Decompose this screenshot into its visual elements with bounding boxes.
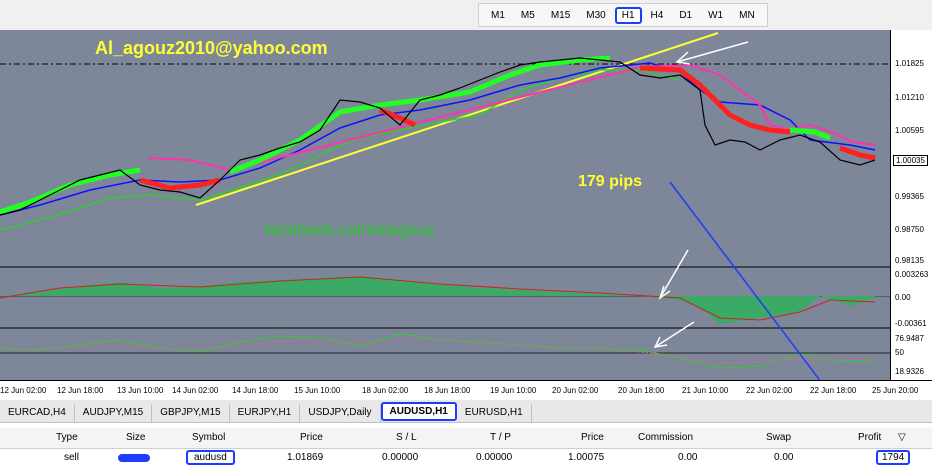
- time-tick: 12 Jun 02:00: [0, 386, 47, 395]
- price-tick: 1.01210: [895, 93, 924, 102]
- time-tick: 15 Jun 10:00: [294, 386, 341, 395]
- tab-eurusd-h1[interactable]: EURUSD,H1: [457, 404, 532, 422]
- green-support-line: [0, 69, 681, 231]
- blue-trend-line: [0, 62, 876, 216]
- time-tick: 19 Jun 10:00: [490, 386, 537, 395]
- time-tick: 20 Jun 02:00: [552, 386, 599, 395]
- time-tick: 21 Jun 10:00: [682, 386, 729, 395]
- timeframe-group: M1 M5 M15 M30 H1 H4 D1 W1 MN: [478, 3, 768, 27]
- chart-canvas: [0, 32, 890, 380]
- col-commission[interactable]: Commission: [638, 432, 693, 443]
- tab-audjpy-m15[interactable]: AUDJPY,M15: [75, 404, 153, 422]
- time-tick: 22 Jun 18:00: [810, 386, 857, 395]
- price-tick: 0.99365: [895, 192, 924, 201]
- tf-w1[interactable]: W1: [701, 7, 730, 24]
- bull-ribbon: [0, 55, 831, 215]
- bear-ribbon: [139, 65, 876, 191]
- time-tick: 20 Jun 18:00: [618, 386, 665, 395]
- time-tick: 22 Jun 02:00: [746, 386, 793, 395]
- tab-gbpjpy-m15[interactable]: GBPJPY,M15: [152, 404, 230, 422]
- tf-d1[interactable]: D1: [672, 7, 699, 24]
- osc2-tick: 76.9487: [895, 334, 924, 343]
- osc2-line: [0, 333, 876, 369]
- price-tick: 0.98135: [895, 256, 924, 265]
- row-symbol: audusd: [186, 450, 235, 465]
- price-tick: 1.01825: [895, 59, 924, 68]
- col-profit[interactable]: Profit: [858, 432, 881, 443]
- price-scale: 1.01825 1.01210 1.00595 1.00035 0.99365 …: [890, 30, 932, 400]
- col-swap[interactable]: Swap: [766, 432, 791, 443]
- tf-m1[interactable]: M1: [484, 7, 512, 24]
- price-tick: 1.00595: [895, 126, 924, 135]
- row-swap: 0.00: [774, 452, 794, 463]
- table-row[interactable]: sell audusd 1.01869 0.00000 0.00000 1.00…: [0, 448, 932, 468]
- time-tick: 12 Jun 18:00: [57, 386, 104, 395]
- tf-h4[interactable]: H4: [644, 7, 671, 24]
- tf-h1[interactable]: H1: [614, 6, 642, 24]
- col-size[interactable]: Size: [126, 432, 145, 443]
- symbol-tabs: EURCAD,H4 AUDJPY,M15 GBPJPY,M15 EURJPY,H…: [0, 400, 932, 423]
- candlestick-series: [0, 57, 876, 216]
- time-axis: 12 Jun 02:00 12 Jun 18:00 13 Jun 10:00 1…: [0, 380, 932, 401]
- row-type: sell: [64, 452, 80, 463]
- timeframe-toolbar: M1 M5 M15 M30 H1 H4 D1 W1 MN: [0, 0, 932, 31]
- price-chart[interactable]: Al_agouz2010@yahoo.com facebook.com/elag…: [0, 30, 932, 400]
- osc1-histogram: [0, 276, 875, 324]
- col-sl[interactable]: S / L: [396, 432, 417, 443]
- row-tp: 0.00000: [476, 452, 513, 463]
- price-tick: 0.98750: [895, 225, 924, 234]
- time-tick: 13 Jun 10:00: [117, 386, 164, 395]
- osc2-tick: 18.9326: [895, 367, 924, 376]
- osc1-tick: -0.00361: [895, 319, 927, 328]
- col-tp[interactable]: T / P: [490, 432, 511, 443]
- table-header: Type Size Symbol Price S / L T / P Price…: [0, 428, 932, 449]
- row-sl: 0.00000: [382, 452, 419, 463]
- tf-mn[interactable]: MN: [732, 7, 762, 24]
- osc2-tick: 50: [895, 348, 904, 357]
- pips-label: 179 pips: [578, 173, 643, 190]
- facebook-watermark: facebook.com/elagouz: [265, 220, 436, 239]
- col-price2[interactable]: Price: [581, 432, 604, 443]
- redacted-size: [118, 454, 150, 462]
- tab-eurcad-h4[interactable]: EURCAD,H4: [0, 404, 75, 422]
- tab-usdjpy-daily[interactable]: USDJPY,Daily: [300, 404, 381, 422]
- col-symbol[interactable]: Symbol: [192, 432, 225, 443]
- time-tick: 18 Jun 18:00: [424, 386, 471, 395]
- tf-m15[interactable]: M15: [544, 7, 577, 24]
- row-price: 1.01869: [287, 452, 324, 463]
- row-commission: 0.00: [678, 452, 698, 463]
- time-tick: 25 Jun 20:00: [872, 386, 919, 395]
- sort-icon[interactable]: ▽: [898, 432, 906, 443]
- tab-eurjpy-h1[interactable]: EURJPY,H1: [230, 404, 301, 422]
- email-watermark: Al_agouz2010@yahoo.com: [95, 38, 328, 58]
- tf-m5[interactable]: M5: [514, 7, 542, 24]
- magenta-line: [147, 63, 876, 172]
- col-type[interactable]: Type: [56, 432, 78, 443]
- osc1-tick: 0.00: [895, 293, 911, 302]
- pips-arrow-line: [669, 181, 821, 380]
- time-tick: 14 Jun 18:00: [232, 386, 279, 395]
- time-tick: 18 Jun 02:00: [362, 386, 409, 395]
- time-tick: 14 Jun 02:00: [172, 386, 219, 395]
- trade-table: Type Size Symbol Price S / L T / P Price…: [0, 428, 932, 471]
- tab-audusd-h1[interactable]: AUDUSD,H1: [380, 402, 457, 421]
- current-price-tag: 1.00035: [893, 155, 928, 166]
- osc1-tick: 0.003263: [895, 270, 929, 279]
- row-price2: 1.00075: [568, 452, 605, 463]
- row-profit: 1794: [876, 450, 911, 465]
- col-price[interactable]: Price: [300, 432, 323, 443]
- tf-m30[interactable]: M30: [579, 7, 612, 24]
